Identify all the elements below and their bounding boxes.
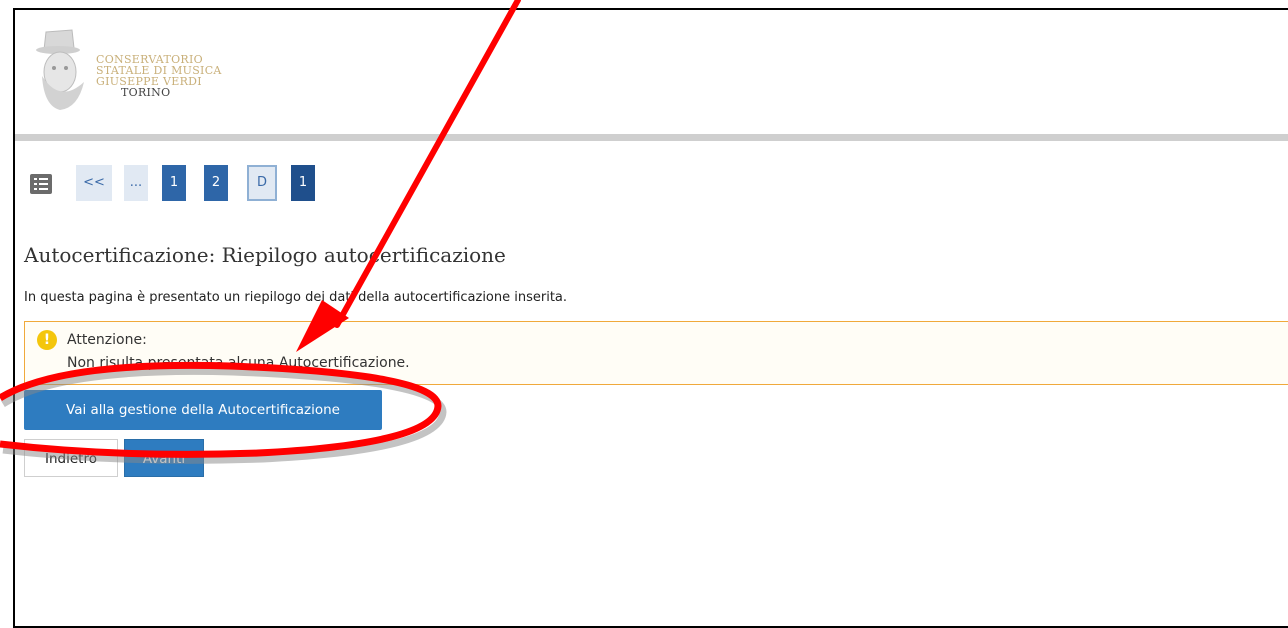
pager-step-current[interactable]: 1 <box>291 165 315 201</box>
header-divider <box>15 134 1288 141</box>
warning-message: Non risulta presentata alcuna Autocertif… <box>67 355 410 371</box>
back-button[interactable]: Indietro <box>24 439 118 477</box>
warning-title: Attenzione: <box>67 332 147 348</box>
list-icon[interactable] <box>30 173 52 194</box>
pager-step-d[interactable]: D <box>247 165 277 201</box>
page-description: In questa pagina è presentato un riepilo… <box>24 290 568 305</box>
warning-box: ! Attenzione: Non risulta presentata alc… <box>24 321 1288 385</box>
next-button[interactable]: Avanti <box>124 439 204 477</box>
pager-ellipsis[interactable]: ... <box>124 165 148 201</box>
logo-line-4: TORINO <box>121 86 171 99</box>
pager-prev-button[interactable]: << <box>76 165 112 201</box>
page-title: Autocertificazione: Riepilogo autocertif… <box>24 243 506 267</box>
manage-autocertificazione-button[interactable]: Vai alla gestione della Autocertificazio… <box>24 390 382 430</box>
conservatorio-logo[interactable]: CONSERVATORIO STATALE DI MUSICA GIUSEPPE… <box>32 26 232 126</box>
pager-step-1[interactable]: 1 <box>162 165 186 201</box>
portrait-logo-icon <box>36 29 84 110</box>
pager-step-2[interactable]: 2 <box>204 165 228 201</box>
warning-icon: ! <box>37 330 57 350</box>
